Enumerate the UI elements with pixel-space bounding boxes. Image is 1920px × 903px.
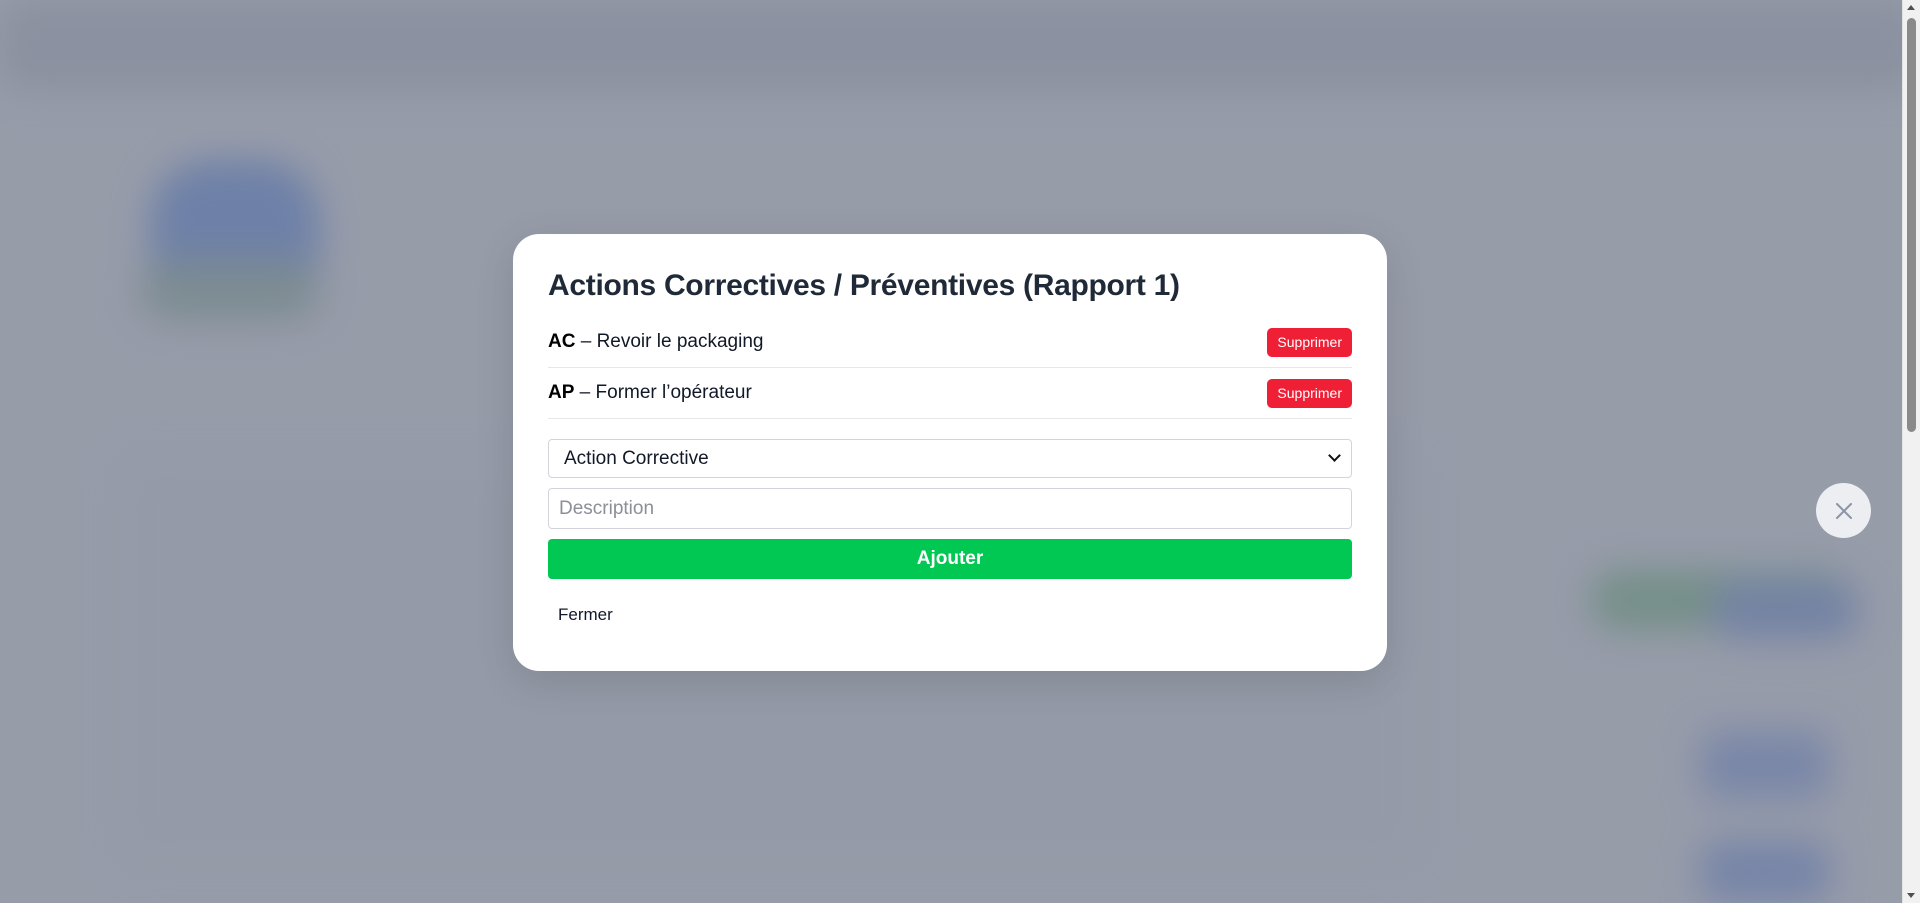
description-input[interactable] <box>548 488 1352 529</box>
scrollbar[interactable] <box>1902 0 1920 903</box>
action-separator: – <box>574 382 596 403</box>
scroll-up-icon[interactable] <box>1907 5 1915 10</box>
action-type-selected: Action Corrective <box>564 447 709 469</box>
modal-title: Actions Correctives / Préventives (Rappo… <box>548 269 1180 302</box>
delete-action-button[interactable]: Supprimer <box>1267 327 1352 357</box>
action-item: AC – Revoir le packaging Supprimer <box>548 317 1352 368</box>
action-description: Revoir le packaging <box>596 331 764 352</box>
chevron-down-icon <box>1328 449 1341 462</box>
scroll-thumb[interactable] <box>1907 18 1916 432</box>
scroll-down-icon[interactable] <box>1907 893 1915 898</box>
action-type-select[interactable]: Action Corrective <box>548 439 1352 478</box>
floating-close-button[interactable] <box>1816 483 1871 538</box>
close-icon <box>1835 502 1853 520</box>
actions-modal: Actions Correctives / Préventives (Rappo… <box>513 234 1387 671</box>
action-code: AP <box>548 382 575 403</box>
action-description: Former l’opérateur <box>595 382 752 403</box>
action-text: AC – Revoir le packaging <box>548 331 763 353</box>
page: Actions Correctives / Préventives (Rappo… <box>0 0 1920 903</box>
action-separator: – <box>575 331 597 352</box>
action-code: AC <box>548 331 576 352</box>
action-text: AP – Former l’opérateur <box>548 382 752 404</box>
action-list: AC – Revoir le packaging Supprimer AP – … <box>548 317 1352 419</box>
close-button[interactable]: Fermer <box>558 605 613 625</box>
delete-action-button[interactable]: Supprimer <box>1267 378 1352 408</box>
action-item: AP – Former l’opérateur Supprimer <box>548 368 1352 419</box>
add-button[interactable]: Ajouter <box>548 539 1352 579</box>
